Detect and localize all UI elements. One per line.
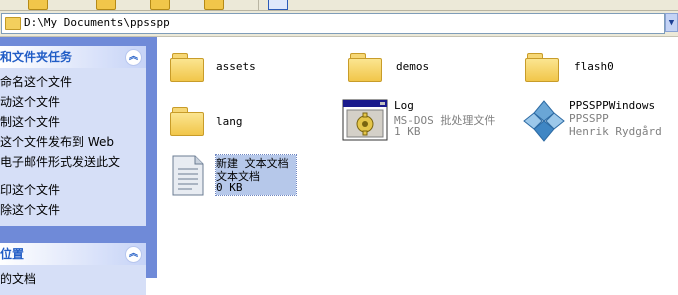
file-item[interactable]: demos	[348, 51, 468, 85]
folder-icon[interactable]	[150, 0, 170, 10]
folder-icon	[525, 53, 559, 82]
folder-icon	[170, 53, 204, 82]
folder-icon	[170, 107, 204, 136]
text-document-icon	[172, 155, 204, 196]
ppsspp-icon	[523, 100, 565, 142]
window-icon[interactable]	[268, 0, 288, 10]
file-name: demos	[396, 60, 430, 73]
task-move[interactable]: 动这个文件	[0, 92, 146, 112]
folder-icon	[348, 53, 382, 82]
file-item[interactable]: Log MS-DOS 批处理文件 1 KB	[342, 99, 512, 145]
other-places-list: 的文档	[0, 265, 146, 295]
file-item[interactable]: PPSSPPWindows PPSSPP Henrik Rydgård	[520, 99, 678, 145]
address-bar: D:\My Documents\ppsspp ▼	[0, 11, 678, 37]
address-path: D:\My Documents\ppsspp	[24, 16, 170, 29]
task-print[interactable]: 印这个文件	[0, 180, 146, 200]
folder-icon[interactable]	[204, 0, 224, 10]
file-name: Log	[394, 99, 414, 112]
other-places-header[interactable]: 位置 ︽	[0, 243, 146, 265]
file-name: lang	[216, 115, 243, 128]
file-tasks-panel: 和文件夹任务 ︽ 命名这个文件 动这个文件 制这个文件 这个文件发布到 Web …	[0, 46, 146, 226]
file-item-selected[interactable]: 新建 文本文档 文本文档 0 KB	[170, 153, 320, 199]
batch-file-icon	[342, 99, 388, 141]
task-publish-web[interactable]: 这个文件发布到 Web	[0, 132, 146, 152]
toolbar	[0, 0, 678, 11]
file-name: flash0	[574, 60, 614, 73]
other-places-panel: 位置 ︽ 的文档	[0, 243, 146, 295]
place-my-documents[interactable]: 的文档	[0, 269, 146, 289]
file-view: assets demos flash0 lang Log MS-DOS 批处理文…	[158, 37, 678, 278]
file-type: PPSSPP	[569, 112, 609, 125]
task-email[interactable]: 电子邮件形式发送此文	[0, 152, 146, 172]
file-item[interactable]: lang	[170, 105, 290, 139]
file-tasks-header[interactable]: 和文件夹任务 ︽	[0, 46, 146, 68]
file-name: assets	[216, 60, 256, 73]
collapse-icon[interactable]: ︽	[125, 49, 142, 66]
address-dropdown-button[interactable]: ▼	[665, 13, 678, 32]
task-pane: 和文件夹任务 ︽ 命名这个文件 动这个文件 制这个文件 这个文件发布到 Web …	[0, 37, 157, 295]
address-field[interactable]: D:\My Documents\ppsspp	[1, 13, 665, 34]
folder-icon[interactable]	[96, 0, 116, 10]
task-delete[interactable]: 除这个文件	[0, 200, 146, 220]
file-size: 1 KB	[394, 125, 421, 138]
file-item[interactable]: assets	[170, 51, 290, 85]
file-name: PPSSPPWindows	[569, 99, 656, 112]
task-rename[interactable]: 命名这个文件	[0, 72, 146, 92]
folder-icon[interactable]	[28, 0, 48, 10]
collapse-icon[interactable]: ︽	[125, 246, 142, 263]
file-tasks-title: 和文件夹任务	[0, 50, 73, 64]
file-item[interactable]: flash0	[525, 51, 655, 85]
other-places-title: 位置	[0, 247, 25, 261]
folder-icon	[5, 17, 21, 30]
file-author: Henrik Rydgård	[569, 125, 662, 138]
task-copy[interactable]: 制这个文件	[0, 112, 146, 132]
file-tasks-list: 命名这个文件 动这个文件 制这个文件 这个文件发布到 Web 电子邮件形式发送此…	[0, 68, 146, 226]
toolbar-separator	[258, 0, 259, 10]
file-size: 0 KB	[216, 181, 243, 194]
